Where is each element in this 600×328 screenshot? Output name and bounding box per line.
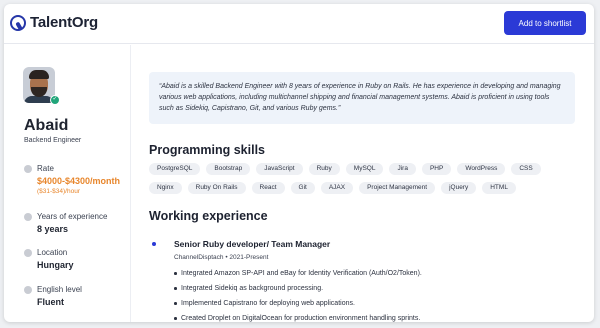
skill-chip: MySQL	[345, 163, 384, 175]
english-value: Fluent	[37, 297, 64, 307]
avatar-hair	[29, 70, 49, 79]
job-bullet: Integrated Amazon SP-API and eBay for Id…	[174, 266, 422, 281]
brand-name: TalentOrg	[30, 14, 98, 31]
award-icon	[24, 213, 32, 221]
location-pin-icon	[24, 249, 32, 257]
skill-chip: Ruby	[308, 163, 340, 175]
brand-logo[interactable]: TalentOrg	[10, 14, 98, 31]
location-label: Location	[37, 248, 68, 257]
experience-label: Years of experience	[37, 212, 108, 221]
job-bullet: Created Droplet on DigitalOcean for prod…	[174, 311, 422, 322]
job-bullet: Implemented Capistrano for deploying web…	[174, 296, 422, 311]
candidate-sidebar: ✓ Abaid Backend Engineer Rate $4000-$430…	[4, 45, 131, 322]
job-bullets: Integrated Amazon SP-API and eBay for Id…	[174, 266, 422, 322]
add-to-shortlist-button[interactable]: Add to shortlist	[504, 11, 586, 35]
candidate-details: “Abaid is a skilled Backend Engineer wit…	[132, 45, 594, 322]
job-period: 2021-Present	[229, 254, 269, 261]
skill-chip: JavaScript	[256, 163, 303, 175]
experience-title: Working experience	[149, 209, 268, 223]
skill-chip: React	[251, 182, 285, 194]
skill-chip: Project Management	[359, 182, 436, 194]
skill-chip: HTML	[482, 182, 516, 194]
skill-chip: AJAX	[320, 182, 354, 194]
rate-hourly: ($31-$34)/hour	[37, 188, 80, 195]
skill-chip: Git	[290, 182, 315, 194]
job-separator: •	[225, 254, 228, 261]
rate-monthly: $4000-$4300/month	[37, 176, 121, 186]
candidate-name: Abaid	[24, 117, 69, 134]
globe-icon	[24, 286, 32, 294]
english-label: English level	[37, 285, 82, 294]
top-bar: TalentOrg Add to shortlist	[4, 4, 594, 44]
experience-value: 8 years	[37, 224, 69, 234]
skill-chip: jQuery	[441, 182, 477, 194]
skills-list: PostgreSQL Bootstrap JavaScript Ruby MySQL Ji…	[149, 163, 579, 194]
skill-chip: Ruby On Rails	[187, 182, 246, 194]
profile-card: TalentOrg Add to shortlist ✓ Abaid Backe…	[4, 4, 594, 322]
talentorg-logo-icon	[10, 14, 26, 31]
skill-chip: PHP	[421, 163, 452, 175]
skills-title: Programming skills	[149, 143, 266, 157]
verified-check-icon: ✓	[50, 95, 60, 105]
candidate-role: Backend Engineer	[24, 137, 82, 144]
skill-chip: PostgreSQL	[149, 163, 201, 175]
rate-label: Rate	[37, 164, 54, 173]
job-bullet: Integrated Sidekiq as background process…	[174, 281, 422, 296]
skill-chip: Bootstrap	[206, 163, 251, 175]
job-company: ChannelDisptach	[174, 254, 224, 261]
skill-chip: Nginx	[149, 182, 182, 194]
skill-chip: CSS	[511, 163, 541, 175]
skill-chip: WordPress	[457, 163, 506, 175]
skill-chip: Jira	[389, 163, 416, 175]
timeline-dot	[152, 242, 156, 246]
about-summary: “Abaid is a skilled Backend Engineer wit…	[149, 72, 575, 124]
tag-icon	[24, 165, 32, 173]
location-value: Hungary	[37, 260, 74, 270]
job-meta: ChannelDisptach • 2021-Present	[174, 254, 268, 261]
job-title: Senior Ruby developer/ Team Manager	[174, 239, 331, 249]
